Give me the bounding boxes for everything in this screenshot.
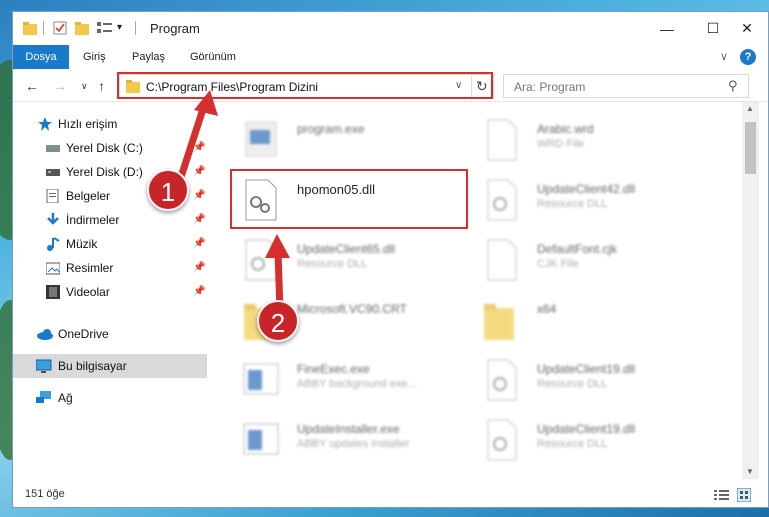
annotation-arrows (176, 90, 290, 311)
arrow-1-head (194, 90, 218, 116)
step-badge-2: 2 (257, 300, 299, 342)
step-badge-1: 1 (147, 169, 189, 211)
arrow-2-head (265, 234, 290, 258)
arrow-1-line (176, 104, 208, 182)
